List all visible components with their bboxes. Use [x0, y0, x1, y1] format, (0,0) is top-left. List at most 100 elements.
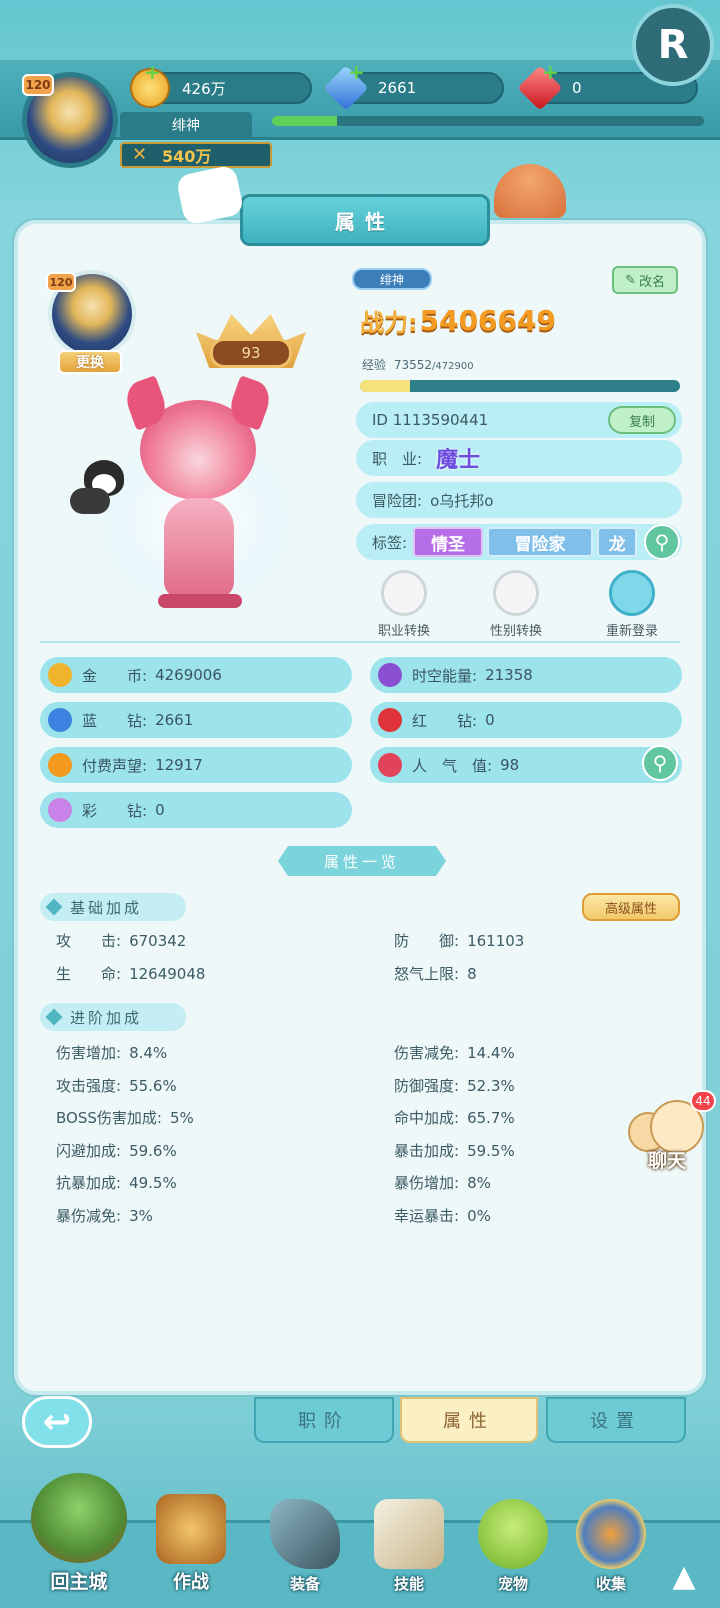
- currency-row: 时空能量: 21358: [370, 657, 682, 693]
- header-exp-fill: [272, 116, 337, 126]
- attr-value: 0%: [467, 1207, 491, 1225]
- currency-label: 金 币:: [82, 666, 148, 685]
- rename-button[interactable]: ✎ 改名: [612, 266, 678, 294]
- attr-value: 8.4%: [129, 1044, 168, 1062]
- attr-value: 65.7%: [467, 1109, 515, 1128]
- job-value: 魔士: [436, 448, 481, 473]
- currency-row: 蓝 钻: 2661: [40, 702, 352, 738]
- relogin-button[interactable]: 重新登录: [594, 570, 670, 639]
- copy-id-button[interactable]: 复制: [608, 406, 676, 434]
- guild-value: o乌托邦o: [430, 491, 494, 510]
- attr-row: 防御强度: 52.3%: [394, 1075, 515, 1096]
- currency-label: 彩 钻:: [82, 801, 148, 820]
- exp-max: /472900: [432, 361, 474, 372]
- cloud-decoration: [175, 164, 245, 226]
- section-divider: [40, 641, 680, 643]
- guild-label: 冒险团:: [372, 491, 423, 510]
- blue-diamond-icon: [48, 708, 72, 732]
- battle-totem-icon: [156, 1494, 226, 1564]
- nav-equipment[interactable]: 装备: [260, 1470, 350, 1600]
- gold-plus-icon: +: [144, 60, 161, 84]
- currency-row: 人 气 值: 98: [370, 747, 682, 783]
- job-change-label: 职业转换: [377, 624, 430, 639]
- attr-label: 防御强度:: [394, 1076, 460, 1095]
- attr-label: 暴伤减免:: [56, 1207, 122, 1225]
- player-name: 绯神: [120, 112, 252, 138]
- pet-slime-icon: [478, 1499, 548, 1569]
- tag-dragon[interactable]: 龙: [597, 527, 638, 557]
- nav-home[interactable]: 回主城: [24, 1470, 134, 1600]
- relogin-icon: [609, 570, 655, 616]
- exp-value: 73552: [393, 358, 433, 372]
- currency-row: 金 币: 4269006: [40, 657, 352, 693]
- blue-plus-icon: +: [348, 60, 365, 84]
- currency-label: 蓝 钻:: [82, 711, 148, 730]
- r-menu-button[interactable]: R: [632, 4, 714, 86]
- currency-label: 人 气 值:: [412, 756, 493, 775]
- panel-title: 属性: [240, 194, 490, 246]
- header-power-value: 540万: [162, 147, 212, 166]
- player-id: ID 1113590441: [372, 411, 489, 429]
- attr-value: 8%: [467, 1174, 491, 1193]
- header-exp-bar: [272, 116, 704, 126]
- relogin-label: 重新登录: [605, 624, 658, 639]
- currency-value: 4269006: [155, 666, 222, 684]
- back-arrow-icon[interactable]: ↩: [22, 1396, 92, 1448]
- exp-bar: [360, 380, 680, 392]
- attr-label: 暴击加成:: [394, 1141, 460, 1160]
- guild-row[interactable]: 冒险团: o乌托邦o: [356, 482, 682, 518]
- gender-change-button[interactable]: 性别转换: [478, 570, 554, 639]
- attr-row: 幸运暴击: 0%: [394, 1205, 491, 1226]
- spacetime-crystal-icon: [378, 663, 402, 687]
- blue-diamond-value: 2661: [378, 79, 417, 97]
- attr-value: 52.3%: [467, 1076, 515, 1095]
- job-change-icon: [381, 570, 427, 616]
- exp-bar-fill: [360, 380, 410, 392]
- basic-bonus-tag: 基础加成: [40, 893, 186, 921]
- attr-value: 59.5%: [467, 1141, 515, 1160]
- attr-label: 幸运暴击:: [394, 1207, 460, 1225]
- mushroom-decoration: [494, 164, 566, 218]
- attr-value: 49.5%: [129, 1174, 177, 1193]
- tags-search-icon[interactable]: ⚲: [644, 524, 680, 560]
- gold-counter-value: 426万: [182, 79, 226, 98]
- currency-row: 红 钻: 0: [370, 702, 682, 738]
- exp-line: 经验 73552/472900: [362, 356, 474, 373]
- popularity-search-icon[interactable]: ⚲: [642, 745, 678, 781]
- change-avatar-button[interactable]: 更换: [58, 350, 122, 374]
- name-tag: 绯神: [352, 268, 432, 290]
- attr-label: BOSS伤害加成:: [56, 1109, 162, 1128]
- nav-skills[interactable]: 技能: [364, 1470, 454, 1600]
- expand-arrow-icon[interactable]: ▲: [664, 1556, 704, 1596]
- attr-row: 闪避加成: 59.6%: [56, 1140, 177, 1161]
- red-diamond-value: 0: [572, 79, 582, 97]
- attr-label: 伤害增加:: [56, 1044, 122, 1062]
- currency-row: 付费声望: 12917: [40, 747, 352, 783]
- collection-compass-icon: [576, 1499, 646, 1569]
- attr-value: 161103: [467, 932, 525, 950]
- edit-icon: ✎: [625, 272, 636, 288]
- nav-collection-label: 收集: [595, 1575, 626, 1593]
- tag-explorer[interactable]: 冒险家: [487, 527, 594, 557]
- attr-label: 生 命:: [56, 965, 122, 983]
- attr-label: 伤害减免:: [394, 1044, 460, 1062]
- tags-label: 标签:: [372, 533, 408, 552]
- nav-battle[interactable]: 作战: [146, 1470, 236, 1600]
- popularity-heart-icon: [378, 753, 402, 777]
- attr-value: 59.6%: [129, 1141, 177, 1160]
- exp-label: 经验: [362, 358, 387, 372]
- attr-row: 攻击强度: 55.6%: [56, 1075, 177, 1096]
- nav-collection[interactable]: 收集: [566, 1470, 656, 1600]
- id-row: ID 1113590441 复制: [356, 402, 682, 438]
- tab-attributes[interactable]: 属性: [400, 1397, 538, 1443]
- gold-coin-icon[interactable]: +: [130, 60, 170, 108]
- job-change-button[interactable]: 职业转换: [366, 570, 442, 639]
- attr-label: 怒气上限:: [394, 965, 460, 983]
- nav-home-label: 回主城: [50, 1571, 108, 1593]
- nav-pets[interactable]: 宠物: [468, 1470, 558, 1600]
- advanced-attr-button[interactable]: 高级属性: [582, 893, 680, 921]
- tag-qingsheng[interactable]: 情圣: [413, 527, 484, 557]
- tab-settings[interactable]: 设置: [546, 1397, 686, 1443]
- currency-label: 红 钻:: [412, 711, 478, 730]
- tab-rank[interactable]: 职阶: [254, 1397, 394, 1443]
